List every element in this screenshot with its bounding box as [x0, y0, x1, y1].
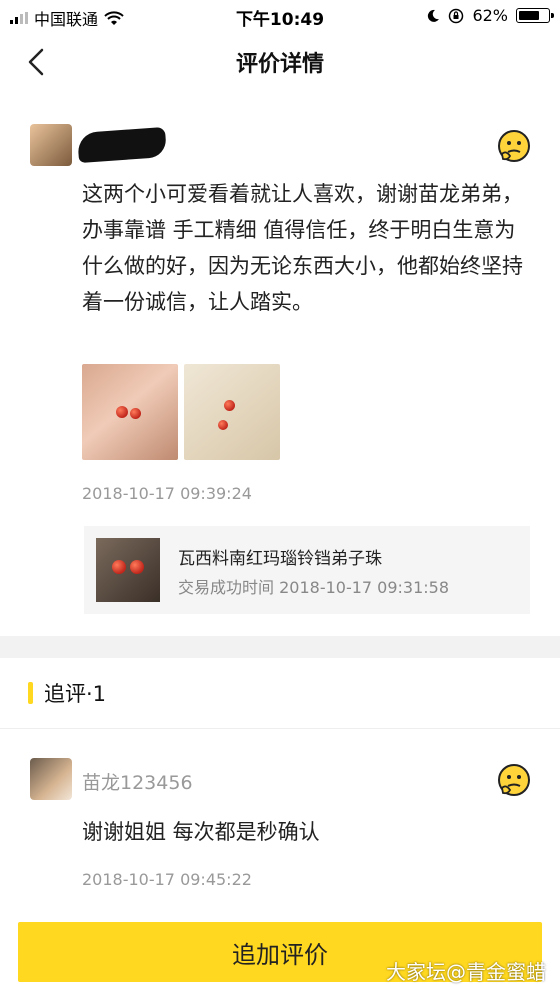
trade-time-value: 2018-10-17 09:31:58: [279, 578, 450, 597]
moon-icon: [428, 9, 440, 22]
product-thumbnail: [96, 538, 160, 602]
accent-bar: [28, 682, 33, 704]
review-text: 这两个小可爱看着就让人喜欢，谢谢苗龙弟弟，办事靠谱 手工精细 值得信任，终于明白…: [82, 182, 523, 314]
lock-rotation-icon: [449, 8, 464, 23]
watermark: 大家坛@青金蜜蜡: [386, 960, 546, 984]
battery-icon: [516, 8, 554, 23]
thinking-emoji-icon[interactable]: [496, 762, 532, 798]
status-bar: 中国联通 下午10:49 62%: [0, 0, 560, 32]
review-photo[interactable]: [184, 364, 280, 460]
avatar[interactable]: [30, 124, 72, 166]
product-name: 瓦西料南红玛瑙铃铛弟子珠: [178, 549, 382, 569]
trade-time-label: 交易成功时间: [178, 578, 275, 597]
followup-username[interactable]: 苗龙123456: [82, 768, 193, 795]
avatar[interactable]: [30, 758, 72, 800]
review-card: 这两个小可爱看着就让人喜欢，谢谢苗龙弟弟，办事靠谱 手工精细 值得信任，终于明白…: [0, 94, 560, 634]
product-card[interactable]: 瓦西料南红玛瑙铃铛弟子珠 交易成功时间 2018-10-17 09:31:58: [84, 526, 530, 614]
review-photo[interactable]: [82, 364, 178, 460]
redacted-username: [77, 126, 167, 164]
battery-percent: 62%: [472, 6, 508, 25]
trade-time: 交易成功时间 2018-10-17 09:31:58: [178, 574, 449, 598]
followup-text: 谢谢姐姐 每次都是秒确认: [82, 820, 320, 844]
page-title: 评价详情: [235, 52, 324, 77]
followup-title: 追评·1: [44, 682, 107, 706]
section-divider: [0, 636, 560, 658]
thinking-emoji-icon[interactable]: [496, 128, 532, 164]
review-time: 2018-10-17 09:39:24: [82, 484, 252, 503]
followup-item: 苗龙123456 谢谢姐姐 每次都是秒确认 2018-10-17 09:45:2…: [0, 728, 560, 904]
followup-header: 追评·1: [0, 658, 560, 729]
nav-bar: 评价详情: [0, 32, 560, 94]
followup-time: 2018-10-17 09:45:22: [82, 870, 252, 889]
